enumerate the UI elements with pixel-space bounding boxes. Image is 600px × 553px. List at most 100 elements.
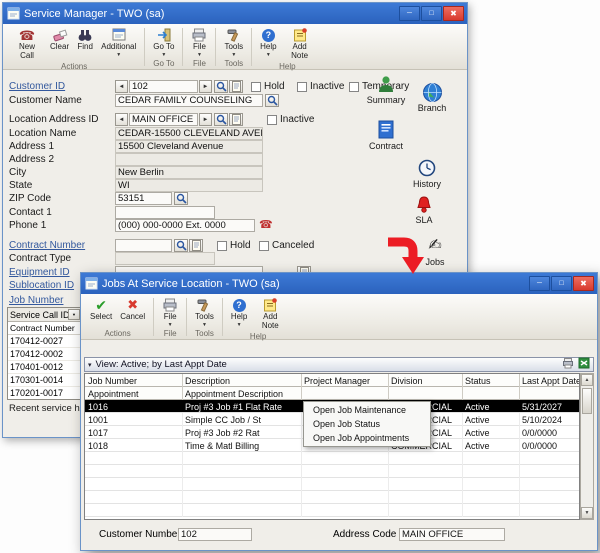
minimize-button[interactable]: ─ [529, 276, 550, 291]
location-lookup-button[interactable] [214, 113, 228, 126]
contract-shortcut[interactable]: Contract [363, 119, 409, 151]
tools-button[interactable]: Tools ▼ [191, 295, 218, 328]
contract-note-button[interactable] [189, 239, 203, 252]
checkbox[interactable] [251, 82, 261, 92]
contract-lookup-button[interactable] [174, 239, 188, 252]
table-empty-row[interactable] [85, 491, 579, 504]
checkbox[interactable] [267, 115, 277, 125]
checkbox[interactable] [259, 241, 269, 251]
zip-lookup-button[interactable] [174, 192, 188, 205]
column-header-division[interactable]: Division [389, 374, 463, 387]
contract-hold-checkbox[interactable]: Hold [217, 240, 251, 251]
next-record-button[interactable]: ► [199, 80, 212, 93]
history-row[interactable]: 170201-0017 [8, 387, 81, 400]
location-inactive-checkbox[interactable]: Inactive [267, 114, 314, 125]
customer-id-label[interactable]: Customer ID [9, 81, 65, 93]
column-header-last-appt-date[interactable]: Last Appt Date [520, 374, 580, 387]
location-address-id-field[interactable]: MAIN OFFICE [129, 113, 198, 126]
column-header-appointment[interactable]: Appointment [86, 387, 183, 400]
hold-checkbox[interactable]: Hold [251, 81, 285, 92]
phone-icon[interactable]: ☎ [259, 219, 273, 232]
state-field[interactable]: WI [115, 179, 263, 192]
excel-export-icon[interactable] [578, 357, 590, 372]
sublocation-id-label[interactable]: Sublocation ID [9, 280, 74, 292]
history-row[interactable]: 170412-0002 [8, 348, 81, 361]
checkbox[interactable] [217, 241, 227, 251]
sort-dropdown-button[interactable]: ▼ [68, 309, 80, 320]
job-number-label[interactable]: Job Number [9, 295, 63, 307]
tools-button[interactable]: Tools ▼ [220, 25, 247, 58]
context-menu-item-open-job-appointments[interactable]: Open Job Appointments [305, 431, 429, 445]
equipment-id-label[interactable]: Equipment ID [9, 267, 70, 279]
context-menu-item-open-job-maintenance[interactable]: Open Job Maintenance [305, 403, 429, 417]
scroll-down-button[interactable]: ▼ [581, 507, 593, 519]
customer-id-field[interactable]: 102 [129, 80, 198, 93]
inactive-checkbox[interactable]: Inactive [297, 81, 344, 92]
view-bar[interactable]: ▾ View: Active; by Last Appt Date [84, 357, 594, 372]
address1-field[interactable]: 15500 Cleveland Avenue [115, 140, 263, 153]
chevron-down-icon[interactable]: ▾ [88, 361, 92, 369]
sla-shortcut[interactable]: SLA [403, 193, 445, 225]
contract-number-label[interactable]: Contract Number [9, 240, 85, 252]
zip-code-field[interactable]: 53151 [115, 192, 172, 205]
help-button[interactable]: ? Help ▼ [256, 25, 280, 58]
history-row[interactable]: 170412-0027 [8, 335, 81, 348]
contract-number-field[interactable] [115, 239, 172, 252]
column-header-appointment-description[interactable]: Appointment Description [183, 387, 302, 400]
checkbox[interactable] [349, 82, 359, 92]
find-button[interactable]: Find [73, 25, 97, 53]
add-note-button[interactable]: Add Note [251, 295, 289, 332]
location-name-field[interactable]: CEDAR-15500 CLEVELAND AVENUE [115, 127, 263, 140]
file-button[interactable]: File ▼ [187, 25, 211, 58]
close-button[interactable]: ✖ [573, 276, 594, 291]
column-header-project-manager[interactable]: Project Manager [302, 374, 389, 387]
help-button[interactable]: ? Help ▼ [227, 295, 251, 328]
customer-name-lookup-button[interactable] [265, 94, 279, 107]
customer-note-button[interactable] [229, 80, 243, 93]
table-empty-row[interactable] [85, 465, 579, 478]
history-row[interactable]: 170401-0012 [8, 361, 81, 374]
previous-location-button[interactable]: ◄ [115, 113, 128, 126]
contract-canceled-checkbox[interactable]: Canceled [259, 240, 314, 251]
table-empty-row[interactable] [85, 452, 579, 465]
customer-name-field[interactable]: CEDAR FAMILY COUNSELING [115, 94, 263, 107]
service-manager-titlebar[interactable]: Service Manager - TWO (sa) ─ □ ✖ [3, 3, 467, 24]
scroll-up-button[interactable]: ▲ [581, 374, 593, 386]
next-location-button[interactable]: ► [199, 113, 212, 126]
address2-field[interactable] [115, 153, 263, 166]
table-empty-row[interactable] [85, 504, 579, 517]
location-note-button[interactable] [229, 113, 243, 126]
maximize-button[interactable]: □ [551, 276, 572, 291]
context-menu-item-open-job-status[interactable]: Open Job Status [305, 417, 429, 431]
service-call-id-header[interactable]: Service Call ID▼ [8, 308, 81, 322]
scrollbar-thumb[interactable] [582, 388, 592, 414]
city-field[interactable]: New Berlin [115, 166, 263, 179]
print-icon[interactable] [562, 357, 574, 372]
select-button[interactable]: ✔ Select [86, 295, 116, 323]
branch-shortcut[interactable]: Branch [409, 81, 455, 113]
table-empty-row[interactable] [85, 478, 579, 491]
column-header-status[interactable]: Status [463, 374, 520, 387]
column-header-job-number[interactable]: Job Number [86, 374, 183, 387]
history-shortcut[interactable]: History [405, 157, 449, 189]
summary-shortcut[interactable]: Summary [363, 73, 409, 105]
goto-button[interactable]: Go To ▼ [149, 25, 178, 58]
contact1-field[interactable] [115, 206, 215, 219]
history-row[interactable]: 170301-0014 [8, 374, 81, 387]
customer-lookup-button[interactable] [214, 80, 228, 93]
file-button[interactable]: File ▼ [158, 295, 182, 328]
previous-record-button[interactable]: ◄ [115, 80, 128, 93]
new-call-button[interactable]: ☎ New Call [8, 25, 46, 62]
clear-button[interactable]: Clear [46, 25, 73, 53]
phone1-field[interactable]: (000) 000-0000 Ext. 0000 [115, 219, 255, 232]
jobs-window-titlebar[interactable]: Jobs At Service Location - TWO (sa) ─ □ … [81, 273, 597, 294]
minimize-button[interactable]: ─ [399, 6, 420, 21]
cancel-button[interactable]: ✖ Cancel [116, 295, 149, 323]
customer-number-field[interactable]: 102 [178, 528, 252, 541]
additional-button[interactable]: Additional ▼ [97, 25, 140, 58]
address-code-field[interactable]: MAIN OFFICE [399, 528, 505, 541]
add-note-button[interactable]: Add Note [281, 25, 319, 62]
maximize-button[interactable]: □ [421, 6, 442, 21]
close-button[interactable]: ✖ [443, 6, 464, 21]
column-header-description[interactable]: Description [183, 374, 302, 387]
